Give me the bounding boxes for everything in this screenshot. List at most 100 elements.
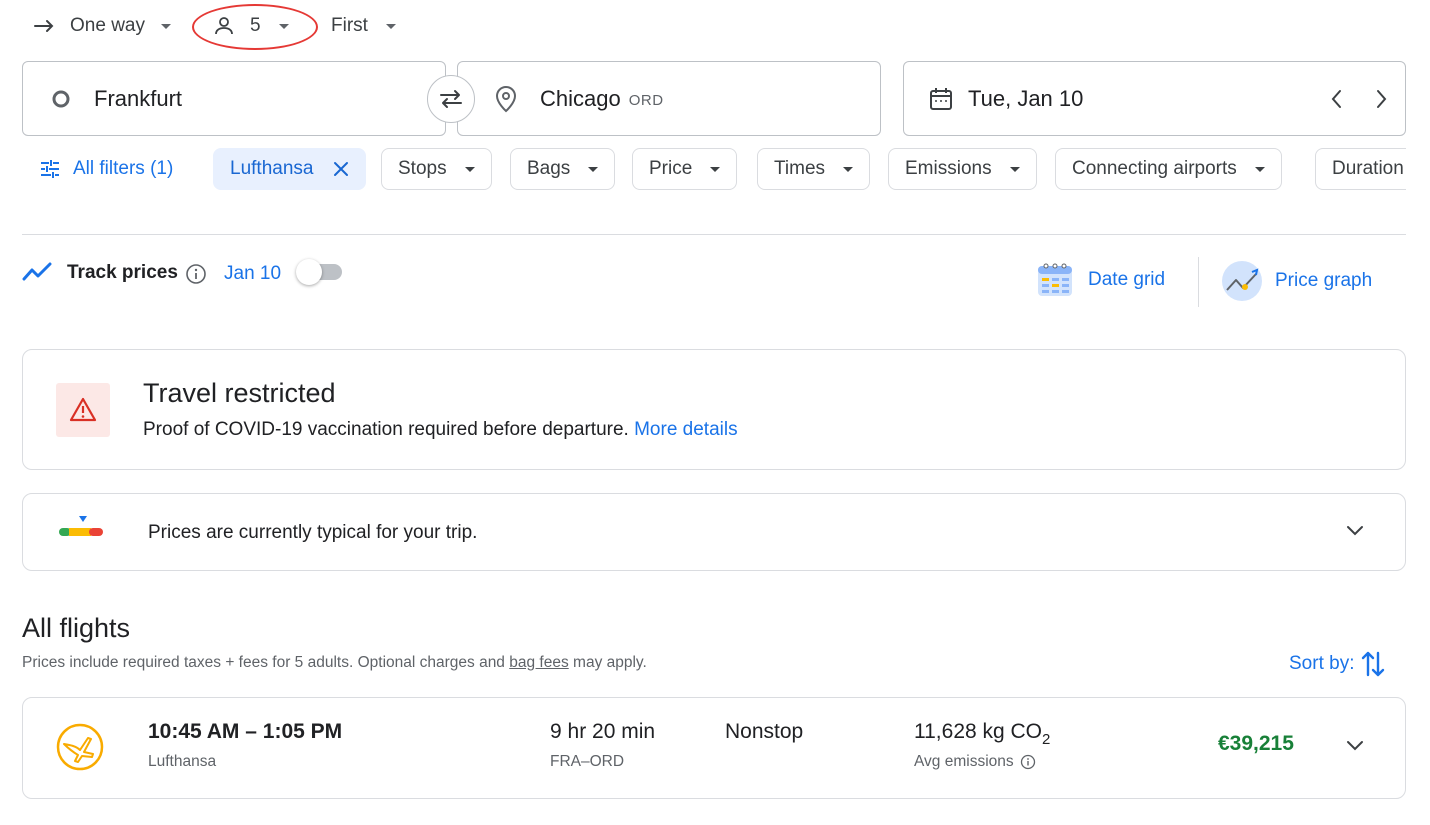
bags-filter-chip[interactable]: Bags <box>510 148 616 190</box>
close-icon[interactable] <box>333 161 349 177</box>
chevron-down-icon <box>278 23 289 29</box>
chevron-down-icon <box>385 23 396 29</box>
filter-bar: All filters (1) Lufthansa Stops Bags Pri… <box>0 140 1406 200</box>
passenger-select[interactable]: 5 <box>214 8 289 44</box>
trip-type-label: One way <box>70 15 145 36</box>
flight-stops: Nonstop <box>725 720 804 743</box>
origin-circle-icon <box>52 90 70 107</box>
lufthansa-logo-icon <box>56 723 104 771</box>
chevron-down-icon <box>710 166 721 172</box>
sort-icon <box>1362 651 1385 677</box>
emissions-filter-chip[interactable]: Emissions <box>888 148 1037 190</box>
chevron-down-icon <box>1009 166 1020 172</box>
chip-label: Duration <box>1332 158 1404 179</box>
price-graph-icon <box>1222 261 1262 301</box>
airline-filter-label: Lufthansa <box>230 158 314 179</box>
chevron-left-icon <box>1331 90 1341 108</box>
destination-code: ORD <box>628 91 664 109</box>
price-level-icon <box>59 516 103 536</box>
warning-badge <box>56 383 110 437</box>
all-filters-label: All filters (1) <box>73 158 174 179</box>
info-icon[interactable] <box>1020 754 1036 770</box>
track-prices-toggle[interactable] <box>296 258 346 286</box>
chip-label: Bags <box>527 158 571 179</box>
chevron-down-icon[interactable] <box>1345 739 1365 753</box>
flight-duration: 9 hr 20 min <box>550 720 656 743</box>
passenger-count: 5 <box>250 15 261 36</box>
stops-filter-chip[interactable]: Stops <box>381 148 492 190</box>
origin-field[interactable]: Frankfurt <box>22 61 446 136</box>
track-prices-label: Track prices <box>67 262 178 283</box>
price-graph-label: Price graph <box>1275 270 1373 291</box>
date-grid-label: Date grid <box>1088 269 1166 290</box>
chevron-down-icon[interactable] <box>1345 524 1365 538</box>
flight-result-row[interactable]: 10:45 AM – 1:05 PM Lufthansa 9 hr 20 min… <box>22 697 1406 799</box>
tools-divider <box>1198 257 1199 307</box>
flight-airline: Lufthansa <box>148 753 217 770</box>
chevron-down-icon <box>843 166 854 172</box>
flight-emissions: 11,628 kg CO2 <box>914 720 1050 748</box>
trending-icon <box>22 262 52 281</box>
times-filter-chip[interactable]: Times <box>757 148 871 190</box>
person-icon <box>215 17 233 35</box>
price-note: Prices include required taxes + fees for… <box>22 654 647 672</box>
travel-restriction-card: Travel restricted Proof of COVID-19 vacc… <box>22 349 1406 470</box>
section-divider <box>22 234 1406 235</box>
duration-filter-chip[interactable]: Duration <box>1315 148 1406 190</box>
chip-label: Connecting airports <box>1072 158 1237 179</box>
track-date: Jan 10 <box>224 263 282 284</box>
emissions-label-row: Avg emissions <box>914 753 1036 771</box>
tune-icon <box>41 160 59 178</box>
chevron-right-icon <box>1377 90 1387 108</box>
all-filters-button[interactable]: All filters (1) <box>22 148 191 190</box>
chip-label: Emissions <box>905 158 992 179</box>
restriction-title: Travel restricted <box>143 378 336 408</box>
price-note-text: may apply. <box>573 654 647 671</box>
price-graph-button[interactable]: Price graph <box>1221 260 1372 302</box>
chevron-down-icon <box>464 166 475 172</box>
destination-value: Chicago <box>540 85 621 111</box>
sort-button[interactable]: Sort by: <box>1289 650 1386 678</box>
chip-label: Price <box>649 158 693 179</box>
origin-value: Frankfurt <box>94 85 183 111</box>
emissions-value: 11,628 kg CO <box>914 720 1043 743</box>
sort-label: Sort by: <box>1289 653 1355 674</box>
restriction-body: Proof of COVID-19 vaccination required b… <box>143 419 629 440</box>
destination-field[interactable]: Chicago ORD <box>457 61 881 136</box>
restriction-text: Proof of COVID-19 vaccination required b… <box>143 419 738 441</box>
price-insight-card[interactable]: Prices are currently typical for your tr… <box>22 493 1406 571</box>
trip-type-select[interactable]: One way <box>34 8 171 44</box>
chevron-down-icon <box>160 23 171 29</box>
warning-icon <box>69 397 97 422</box>
emissions-subscript: 2 <box>1042 731 1051 748</box>
cabin-class-select[interactable]: First <box>331 8 396 44</box>
price-filter-chip[interactable]: Price <box>632 148 738 190</box>
arrow-right-icon <box>34 20 54 32</box>
chip-label: Times <box>774 158 826 179</box>
all-flights-heading: All flights <box>22 613 131 643</box>
more-details-link[interactable]: More details <box>634 419 738 440</box>
previous-date-button[interactable] <box>1330 88 1344 110</box>
airline-filter-chip[interactable]: Lufthansa <box>213 148 367 190</box>
swap-button[interactable] <box>427 75 475 123</box>
next-date-button[interactable] <box>1374 88 1388 110</box>
connecting-airports-filter-chip[interactable]: Connecting airports <box>1055 148 1282 190</box>
swap-arrows-icon <box>440 90 462 108</box>
info-icon[interactable] <box>185 263 207 285</box>
bag-fees-link[interactable]: bag fees <box>509 654 568 671</box>
date-grid-button[interactable]: Date grid <box>1036 261 1165 299</box>
departure-date-field[interactable]: Tue, Jan 10 <box>903 61 1406 136</box>
location-pin-icon <box>495 85 517 112</box>
flight-times: 10:45 AM – 1:05 PM <box>148 720 343 743</box>
emissions-label: Avg emissions <box>914 753 1014 770</box>
chevron-down-icon <box>588 166 599 172</box>
flight-price: €39,215 <box>1218 732 1294 755</box>
departure-date-value: Tue, Jan 10 <box>968 85 1084 111</box>
flight-route: FRA–ORD <box>550 753 625 770</box>
price-insight-text: Prices are currently typical for your tr… <box>148 522 478 543</box>
cabin-class-label: First <box>331 15 368 36</box>
price-note-text: Prices include required taxes + fees for… <box>22 654 505 671</box>
date-grid-icon <box>1038 263 1072 296</box>
chip-label: Stops <box>398 158 447 179</box>
chevron-down-icon <box>1254 166 1265 172</box>
